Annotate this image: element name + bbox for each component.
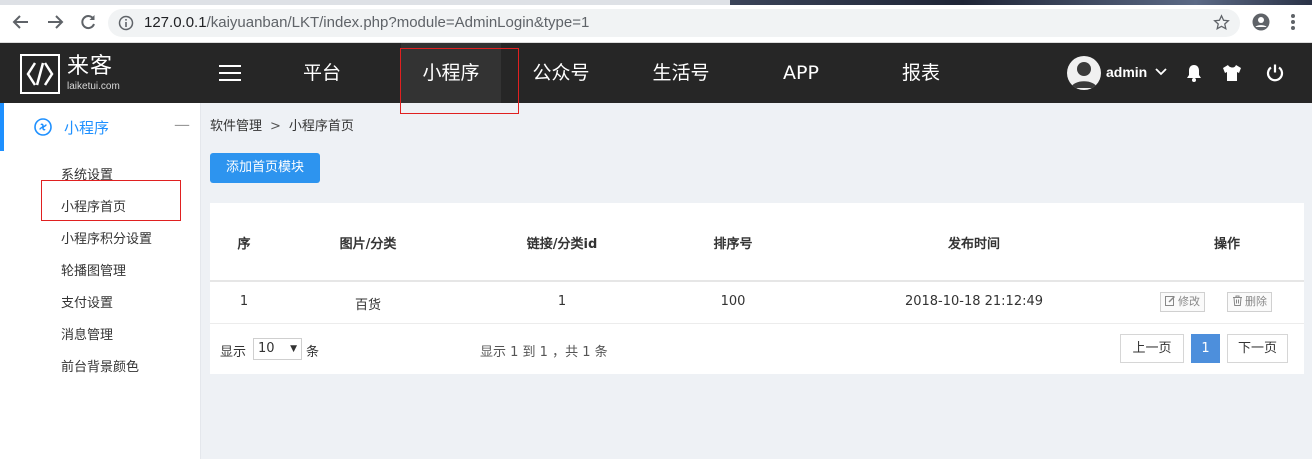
next-page-button[interactable]: 下一页: [1227, 334, 1288, 363]
breadcrumb-current: 小程序首页: [288, 119, 354, 134]
url-text: 127.0.0.1/kaiyuanban/LKT/index.php?modul…: [144, 14, 589, 31]
mini-program-icon: [34, 118, 52, 136]
logo-text: 来客: [67, 54, 114, 79]
delete-label: 删除: [1245, 295, 1267, 308]
edit-button[interactable]: 修改: [1160, 292, 1205, 312]
prev-page-button[interactable]: 上一页: [1120, 334, 1184, 363]
sidebar-item-payment-settings[interactable]: 支付设置: [61, 292, 113, 311]
back-icon[interactable]: [9, 10, 33, 34]
nav-item-platform[interactable]: 平台: [282, 43, 362, 103]
sidebar-section-mini-program[interactable]: 小程序 —: [0, 103, 200, 151]
trash-icon: [1233, 295, 1242, 306]
bell-icon[interactable]: [1184, 63, 1204, 83]
sidebar-item-system-settings[interactable]: 系统设置: [61, 164, 113, 183]
column-header-index: 序: [237, 237, 251, 252]
nav-item-life-account[interactable]: 生活号: [641, 43, 721, 103]
edit-label: 修改: [1178, 295, 1200, 308]
url-host: 127.0.0.1: [144, 14, 207, 31]
logo-mark: [20, 54, 60, 94]
cell-index: 1: [239, 294, 249, 309]
breadcrumb: 软件管理 > 小程序首页: [210, 115, 354, 134]
column-header-sort: 排序号: [713, 237, 753, 252]
page-info: 显示 1 到 1 ，共 1 条: [480, 345, 608, 360]
address-bar[interactable]: 127.0.0.1/kaiyuanban/LKT/index.php?modul…: [108, 9, 1240, 37]
page-size-value: 10: [258, 341, 275, 356]
nav-item-app[interactable]: APP: [761, 43, 841, 103]
browser-toolbar: 127.0.0.1/kaiyuanban/LKT/index.php?modul…: [0, 0, 1312, 43]
reload-icon[interactable]: [76, 10, 100, 34]
add-home-module-button[interactable]: 添加首页模块: [210, 153, 320, 183]
nav-item-official-account[interactable]: 公众号: [521, 43, 601, 103]
caret-down-icon: ▼: [290, 344, 297, 354]
cell-sort: 100: [720, 294, 746, 309]
browser-tab-strip: [0, 0, 1312, 5]
table-header-divider: [210, 280, 1304, 282]
nav-item-reports[interactable]: 报表: [881, 43, 961, 103]
menu-toggle-icon[interactable]: [219, 65, 241, 83]
sidebar-item-mini-program-home[interactable]: 小程序首页: [61, 196, 126, 215]
sidebar-item-messages[interactable]: 消息管理: [61, 324, 113, 343]
user-name[interactable]: admin: [1106, 64, 1147, 80]
column-header-category: 图片/分类: [339, 237, 397, 252]
cell-time: 2018-10-18 21:12:49: [904, 294, 1044, 309]
tshirt-icon[interactable]: [1222, 63, 1242, 83]
column-header-actions: 操作: [1213, 237, 1240, 252]
column-header-link-id: 链接/分类id: [526, 237, 598, 252]
column-header-time: 发布时间: [947, 237, 1000, 252]
more-menu-icon[interactable]: [1284, 12, 1302, 32]
page-size-select[interactable]: 10 ▼: [253, 338, 302, 360]
sidebar-item-background-color[interactable]: 前台背景颜色: [61, 356, 139, 375]
table-footer: 显示 10 ▼ 条 显示 1 到 1 ，共 1 条 上一页 1 下一页: [210, 324, 1304, 374]
collapse-toggle[interactable]: —: [174, 115, 190, 134]
nav-item-mini-program[interactable]: 小程序: [401, 43, 501, 103]
bookmark-star-icon[interactable]: [1213, 14, 1230, 31]
page-size-unit: 条: [306, 345, 320, 360]
sidebar-item-points-settings[interactable]: 小程序积分设置: [61, 228, 152, 247]
delete-button[interactable]: 删除: [1227, 292, 1272, 312]
sidebar-section-label: 小程序: [64, 119, 110, 137]
forward-icon[interactable]: [43, 10, 67, 34]
info-icon[interactable]: [118, 15, 134, 31]
power-icon[interactable]: [1265, 63, 1285, 83]
edit-icon: [1165, 296, 1175, 306]
profile-icon[interactable]: [1252, 13, 1270, 31]
app-header: 来客 laiketui.com 平台 小程序 公众号 生活号 APP 报表 ad…: [0, 43, 1312, 114]
breadcrumb-separator: >: [270, 119, 281, 134]
avatar[interactable]: [1067, 56, 1101, 90]
sidebar-item-carousel[interactable]: 轮播图管理: [61, 260, 126, 279]
breadcrumb-parent[interactable]: 软件管理: [210, 119, 262, 134]
logo[interactable]: 来客 laiketui.com: [20, 54, 130, 94]
cell-category: 百货: [354, 298, 381, 313]
logo-subtext: laiketui.com: [67, 81, 120, 92]
cell-link-id: 1: [557, 294, 567, 309]
page-number-button[interactable]: 1: [1191, 334, 1220, 363]
module-table: 序 图片/分类 链接/分类id 排序号 发布时间 操作 1 百货 1 100 2…: [210, 203, 1304, 374]
url-path: /kaiyuanban/LKT/index.php?module=AdminLo…: [206, 14, 590, 31]
chevron-down-icon[interactable]: [1155, 66, 1167, 78]
sidebar: 小程序 — 系统设置 小程序首页 小程序积分设置 轮播图管理 支付设置 消息管理…: [0, 103, 201, 459]
page-size-label: 显示: [220, 345, 247, 360]
